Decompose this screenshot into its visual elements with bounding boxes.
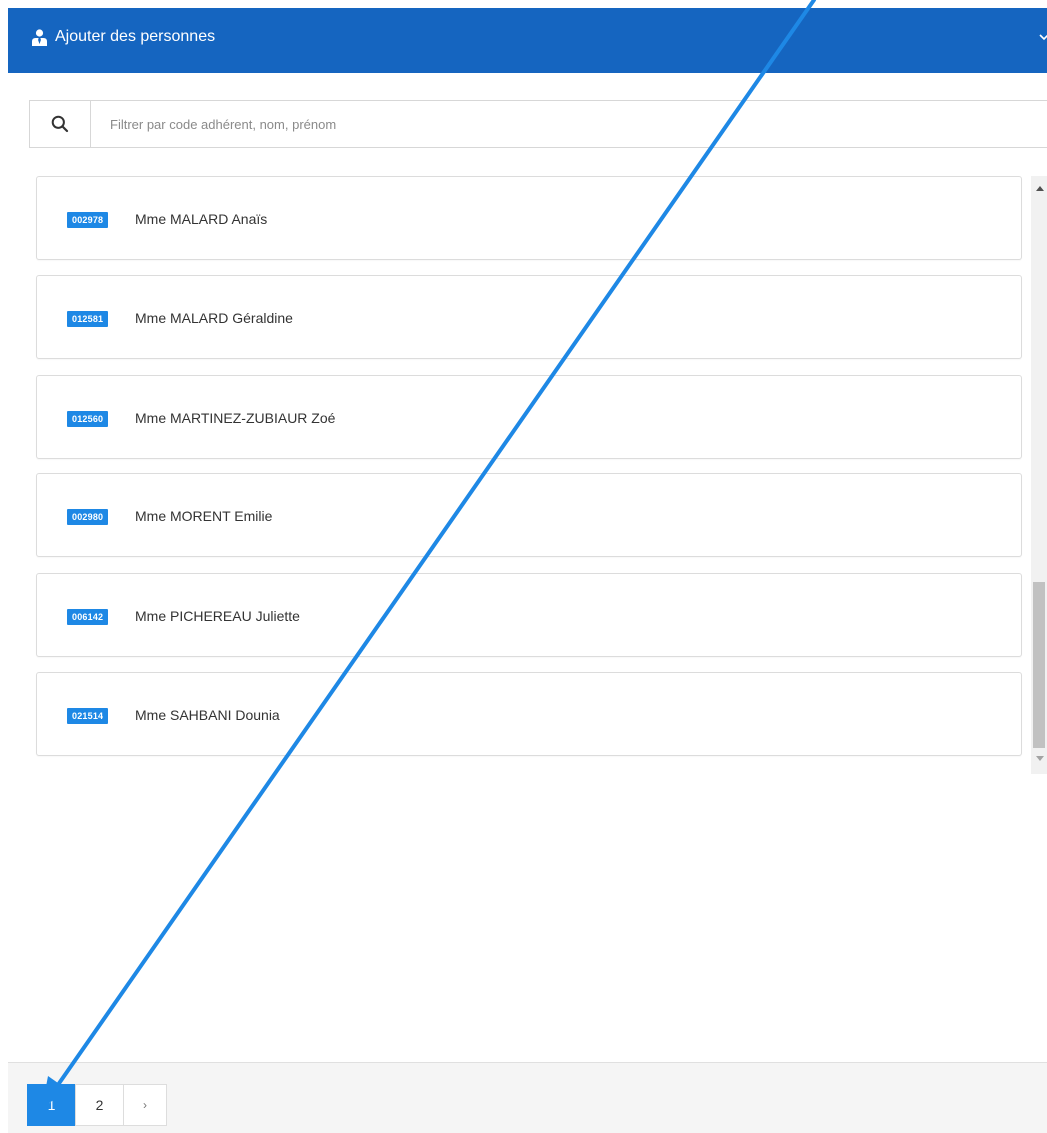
member-code-badge: 021514	[67, 708, 109, 724]
list-scrollbar[interactable]	[1031, 176, 1047, 774]
search-bar	[29, 100, 1047, 148]
person-name: Mme MALARD Géraldine	[135, 310, 293, 326]
person-name: Mme MORENT Emilie	[135, 508, 273, 524]
panel-title: Ajouter des personnes	[55, 28, 216, 45]
pagination: 1 2 ›	[27, 1084, 167, 1126]
scrollbar-thumb[interactable]	[1033, 582, 1045, 748]
member-code-badge: 002980	[67, 509, 109, 525]
chevron-down-icon[interactable]	[1039, 32, 1047, 42]
person-name: Mme SAHBANI Dounia	[135, 707, 280, 723]
search-icon	[51, 115, 69, 133]
list-item[interactable]: 006142 Mme PICHEREAU Juliette	[36, 573, 1022, 657]
page-button-1[interactable]: 1	[27, 1084, 76, 1126]
member-code-badge: 012560	[67, 411, 109, 427]
person-name: Mme MALARD Anaïs	[135, 211, 268, 227]
list-item[interactable]: 002978 Mme MALARD Anaïs	[36, 176, 1022, 260]
panel-header[interactable]: Ajouter des personnes	[8, 8, 1047, 73]
member-code-badge: 002978	[67, 212, 109, 228]
person-name: Mme MARTINEZ-ZUBIAUR Zoé	[135, 410, 336, 426]
member-code-badge: 012581	[67, 311, 109, 327]
list-item[interactable]: 021514 Mme SAHBANI Dounia	[36, 672, 1022, 756]
panel-footer: 1 2 ›	[8, 1062, 1047, 1133]
search-input[interactable]	[91, 101, 1047, 147]
add-people-panel: Ajouter des personnes 002978 Mme MALARD …	[0, 0, 1047, 1133]
scroll-down-arrow-icon[interactable]	[1036, 756, 1044, 761]
person-name: Mme PICHEREAU Juliette	[135, 608, 300, 624]
list-item[interactable]: 012560 Mme MARTINEZ-ZUBIAUR Zoé	[36, 375, 1022, 459]
list-item[interactable]: 002980 Mme MORENT Emilie	[36, 473, 1022, 557]
next-page-button[interactable]: ›	[123, 1084, 167, 1126]
annotation-arrow	[42, 0, 816, 1108]
member-code-badge: 006142	[67, 609, 109, 625]
page-button-2[interactable]: 2	[75, 1084, 124, 1126]
user-tie-icon	[32, 29, 47, 46]
scroll-up-arrow-icon[interactable]	[1036, 186, 1044, 191]
list-item[interactable]: 012581 Mme MALARD Géraldine	[36, 275, 1022, 359]
search-button[interactable]	[30, 101, 91, 147]
